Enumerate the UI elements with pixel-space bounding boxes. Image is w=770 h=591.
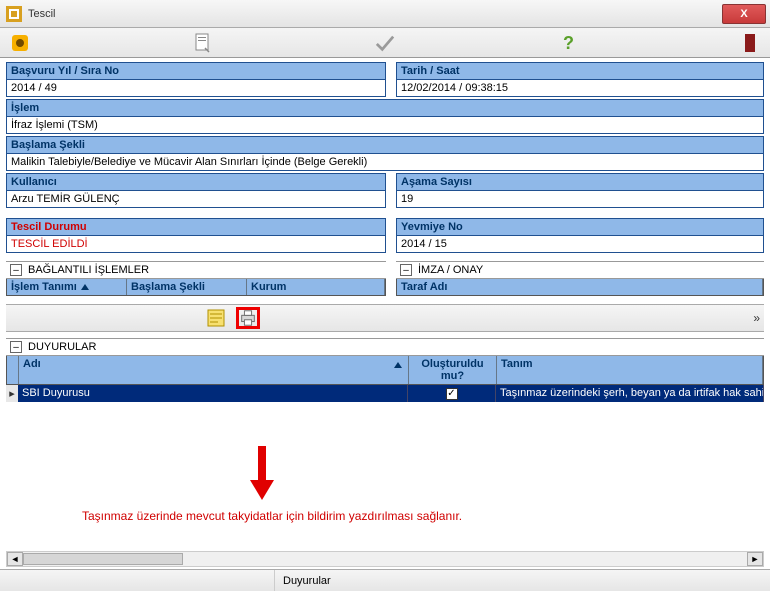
sort-asc-icon <box>81 284 89 290</box>
field-basvuru: Başvuru Yıl / Sıra No 2014 / 49 <box>6 62 386 97</box>
horizontal-scrollbar[interactable]: ◄ ► <box>6 551 764 567</box>
collapse-icon[interactable]: – <box>10 264 22 276</box>
col-tanim[interactable]: Tanım <box>497 356 763 384</box>
scroll-left-icon[interactable]: ◄ <box>7 552 23 566</box>
field-tescil: Tescil Durumu TESCİL EDİLDİ <box>6 218 386 253</box>
section-imza: – İMZA / ONAY <box>396 261 764 279</box>
section-title-duyurular: DUYURULAR <box>28 341 96 353</box>
field-yevmiye: Yevmiye No 2014 / 15 <box>396 218 764 253</box>
content-area: Başvuru Yıl / Sıra No 2014 / 49 Tarih / … <box>0 58 770 569</box>
cell-tanim: Taşınmaz üzerindeki şerh, beyan ya da ir… <box>496 385 764 402</box>
value-tescil: TESCİL EDİLDİ <box>7 236 385 252</box>
grid-head-duyurular: Adı Oluşturuldu mu? Tanım <box>6 356 764 385</box>
cell-olusturuldu[interactable]: ✓ <box>408 385 496 402</box>
field-asama: Aşama Sayısı 19 <box>396 173 764 208</box>
col-islem-tanimi[interactable]: İşlem Tanımı <box>7 279 127 295</box>
nav-icon[interactable] <box>10 33 30 53</box>
window-titlebar: Tescil X <box>0 0 770 28</box>
status-bar: Duyurular <box>0 569 770 591</box>
col-kurum[interactable]: Kurum <box>247 279 385 295</box>
status-tab-duyurular[interactable]: Duyurular <box>274 570 339 591</box>
label-kullanici: Kullanıcı <box>7 174 385 191</box>
section-title-baglantili: BAĞLANTILI İŞLEMLER <box>28 264 149 276</box>
scroll-right-icon[interactable]: ► <box>747 552 763 566</box>
grid-head-baglantili: İşlem Tanımı Başlama Şekli Kurum <box>6 279 386 296</box>
field-kullanici: Kullanıcı Arzu TEMİR GÜLENÇ <box>6 173 386 208</box>
field-tarih: Tarih / Saat 12/02/2014 / 09:38:15 <box>396 62 764 97</box>
value-kullanici[interactable]: Arzu TEMİR GÜLENÇ <box>7 191 385 207</box>
col-baslama-sekli[interactable]: Başlama Şekli <box>127 279 247 295</box>
section-duyurular: – DUYURULAR Adı Oluşturuldu mu? Tanım ▸ … <box>6 338 764 402</box>
label-basvuru: Başvuru Yıl / Sıra No <box>7 63 385 80</box>
mid-toolbar: » <box>6 304 764 332</box>
col-olusturuldu[interactable]: Oluşturuldu mu? <box>409 356 497 384</box>
print-button[interactable] <box>236 307 260 329</box>
label-islem: İşlem <box>7 100 763 117</box>
app-icon <box>6 6 22 22</box>
status-cell-empty <box>4 570 274 591</box>
scroll-thumb[interactable] <box>23 553 183 565</box>
value-basvuru[interactable]: 2014 / 49 <box>7 80 385 96</box>
value-tarih[interactable]: 12/02/2014 / 09:38:15 <box>397 80 763 96</box>
label-tarih: Tarih / Saat <box>397 63 763 80</box>
cell-adi: SBI Duyurusu <box>18 385 408 402</box>
annotation-text: Taşınmaz üzerinde mevcut takyidatlar içi… <box>82 508 462 525</box>
collapse-icon[interactable]: – <box>400 264 412 276</box>
main-toolbar: ? <box>0 28 770 58</box>
exit-icon[interactable] <box>740 33 760 53</box>
svg-text:?: ? <box>563 33 574 53</box>
col-taraf-adi[interactable]: Taraf Adı <box>397 279 763 295</box>
value-islem[interactable]: İfraz İşlemi (TSM) <box>7 117 763 133</box>
grid-head-imza: Taraf Adı <box>396 279 764 296</box>
annotation-arrow-icon <box>250 446 274 503</box>
section-baglantili: – BAĞLANTILI İŞLEMLER <box>6 261 386 279</box>
value-asama[interactable]: 19 <box>397 191 763 207</box>
value-yevmiye[interactable]: 2014 / 15 <box>397 236 763 252</box>
window-title: Tescil <box>28 8 56 20</box>
help-icon[interactable]: ? <box>558 33 578 53</box>
confirm-icon[interactable] <box>375 33 395 53</box>
close-button[interactable]: X <box>722 4 766 24</box>
sort-asc-icon <box>394 362 402 368</box>
value-baslama[interactable]: Malikin Talebiyle/Belediye ve Mücavir Al… <box>7 154 763 170</box>
label-baslama: Başlama Şekli <box>7 137 763 154</box>
field-islem: İşlem İfraz İşlemi (TSM) <box>6 99 764 134</box>
row-indicator-icon: ▸ <box>6 385 18 402</box>
table-row[interactable]: ▸ SBI Duyurusu ✓ Taşınmaz üzerindeki şer… <box>6 385 764 402</box>
document-icon[interactable] <box>193 33 213 53</box>
notes-icon[interactable] <box>206 307 230 329</box>
checkbox-icon[interactable]: ✓ <box>446 388 458 400</box>
section-title-imza: İMZA / ONAY <box>418 264 483 276</box>
overflow-icon[interactable]: » <box>753 311 760 325</box>
label-tescil: Tescil Durumu <box>7 219 385 236</box>
field-baslama: Başlama Şekli Malikin Talebiyle/Belediye… <box>6 136 764 171</box>
label-yevmiye: Yevmiye No <box>397 219 763 236</box>
col-adi[interactable]: Adı <box>19 356 409 384</box>
label-asama: Aşama Sayısı <box>397 174 763 191</box>
collapse-icon[interactable]: – <box>10 341 22 353</box>
